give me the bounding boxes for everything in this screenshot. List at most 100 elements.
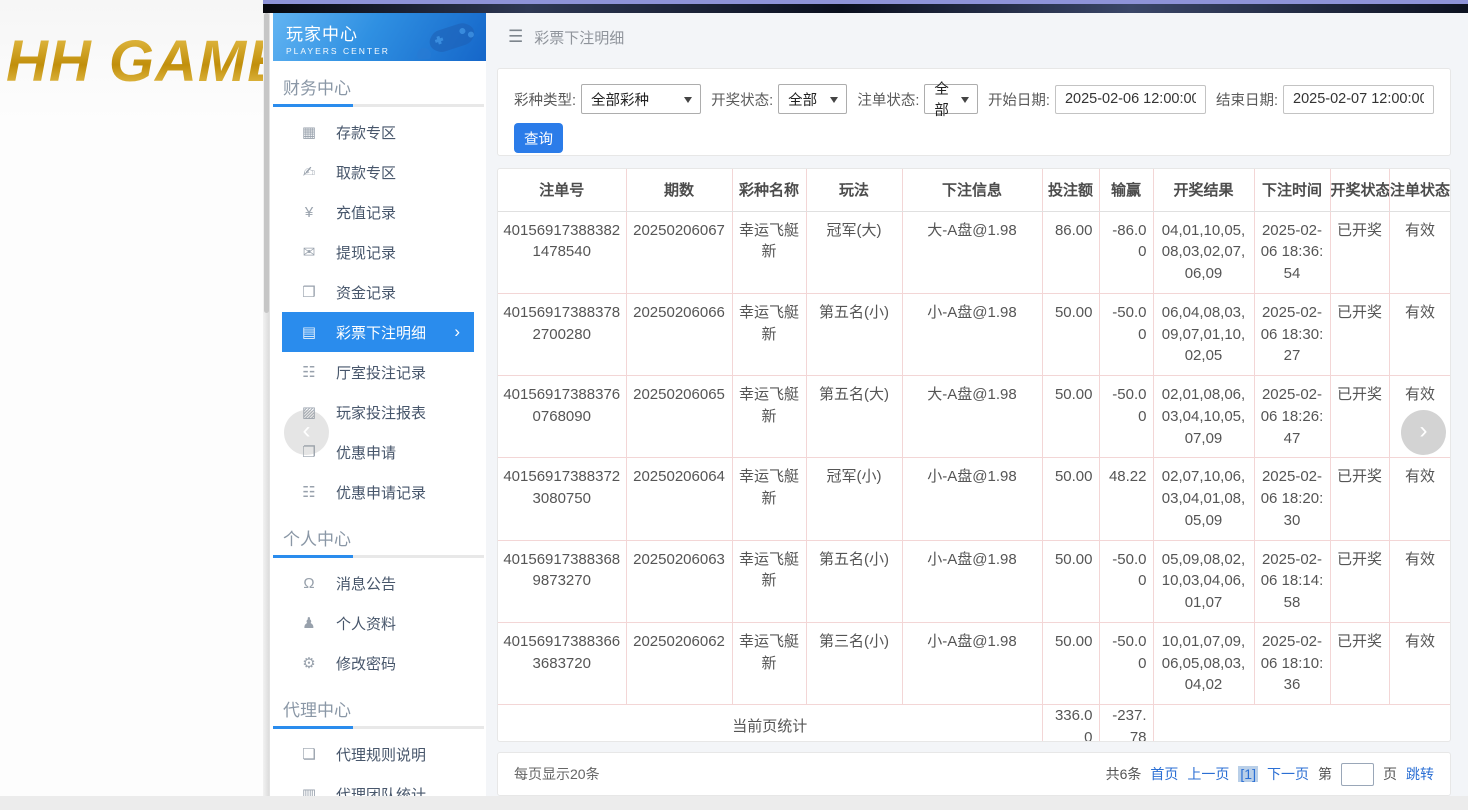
table-cell: 已开奖 [1330,622,1389,704]
table-cell: 第五名(小) [806,540,902,622]
table-cell: 幸运飞艇新 [732,293,806,375]
jump-button[interactable]: 跳转 [1406,764,1434,784]
lottery-type-value: 全部彩种 [591,89,649,110]
column-header: 玩法 [806,169,902,211]
sidebar-item-personal-profile[interactable]: ♟ 个人资料 [282,603,474,643]
total-count-text: 共6条 [1106,764,1142,784]
summary-row: 当前页统计336.00-237.78 [498,705,1451,743]
summary-label: 当前页统计 [498,705,1042,743]
brand-logo: HH GAME [6,28,263,95]
table-row: 40156917388368987327020250206063幸运飞艇新第五名… [498,540,1451,622]
table-cell: 第五名(小) [806,293,902,375]
next-page-link[interactable]: 下一页 [1267,764,1309,784]
hamburger-menu-icon[interactable]: ☰ [508,27,523,47]
sidebar-item-agent-team-stats[interactable]: ▥代理团队统计 [282,774,474,796]
table-cell: 02,07,10,06,03,04,01,08,05,09 [1153,458,1254,540]
table-cell: 86.00 [1042,211,1099,293]
table-cell: 冠军(大) [806,211,902,293]
table-cell: 2025-02-06 18:36:54 [1254,211,1330,293]
table-cell: -50.00 [1099,622,1153,704]
table-cell: 已开奖 [1330,211,1389,293]
sidebar-item-hall-bet-records[interactable]: ☷厅室投注记录 [282,352,474,392]
column-header: 输赢 [1099,169,1153,211]
panel-expand-button[interactable]: › [1401,410,1446,455]
gear-icon: ⚙ [299,654,319,672]
funds-icon: ❒ [299,283,319,301]
table-cell: 20250206065 [626,376,732,458]
table-row: 40156917388376076809020250206065幸运飞艇新第五名… [498,376,1451,458]
sidebar-collapse-button[interactable]: ‹ [284,410,329,455]
sidebar-item-message-board[interactable]: Ω 消息公告 [282,563,474,603]
sidebar-item-label: 厅室投注记录 [336,362,426,383]
table-row: 40156917388382147854020250206067幸运飞艇新冠军(… [498,211,1451,293]
current-page-indicator[interactable]: [1] [1238,766,1258,782]
table-cell: 小-A盘@1.98 [902,458,1042,540]
sidebar-item-funds-records[interactable]: ❒资金记录 [282,272,474,312]
sidebar-item-label: 代理规则说明 [336,744,426,765]
person-icon: ♟ [299,614,319,632]
table-cell: 有效 [1389,458,1451,540]
table-cell: -50.00 [1099,376,1153,458]
table-cell: 05,09,08,02,10,03,04,06,01,07 [1153,540,1254,622]
sidebar-item-withdraw-zone[interactable]: ✍ 取款专区 [282,152,474,192]
sidebar-item-withdraw-records[interactable]: ✉提现记录 [282,232,474,272]
sidebar-banner: 玩家中心 PLAYERS CENTER [273,13,486,61]
table-cell: 10,01,07,09,06,05,08,03,04,02 [1153,622,1254,704]
table-cell: -50.00 [1099,540,1153,622]
bell-icon: Ω [299,575,319,592]
sidebar-item-label: 个人资料 [336,613,396,634]
table-cell: 幸运飞艇新 [732,622,806,704]
sidebar-item-deposit-zone[interactable]: ▦存款专区 [282,112,474,152]
table-cell: 有效 [1389,211,1451,293]
sidebar-item-label: 彩票下注明细 [336,322,426,343]
end-date-input[interactable] [1283,85,1434,114]
section-label: 个人中心 [283,525,486,550]
sidebar-item-promo-apply-records[interactable]: ☷优惠申请记录 [282,472,474,512]
prev-page-link[interactable]: 上一页 [1187,764,1229,784]
draw-status-select[interactable]: 全部 [778,84,847,114]
lottery-type-select[interactable]: 全部彩种 [581,84,701,114]
chevron-right-icon: › [454,322,460,342]
order-status-value: 全部 [934,78,953,120]
table-cell: 冠军(小) [806,458,902,540]
table-row: 40156917388378270028020250206066幸运飞艇新第五名… [498,293,1451,375]
promo-records-icon: ☷ [299,483,319,501]
table-cell: 2025-02-06 18:20:30 [1254,458,1330,540]
table-cell: 02,01,08,06,03,04,10,05,07,09 [1153,376,1254,458]
jump-page-input[interactable] [1341,763,1374,786]
table-cell: 大-A盘@1.98 [902,211,1042,293]
order-status-select[interactable]: 全部 [924,84,978,114]
table-cell: 幸运飞艇新 [732,376,806,458]
table-cell: 已开奖 [1330,540,1389,622]
column-header: 开奖结果 [1153,169,1254,211]
table-cell: 有效 [1389,540,1451,622]
summary-winloss-total: -237.78 [1099,705,1153,743]
withdraw-hand-icon: ✍ [299,163,319,181]
draw-status-label: 开奖状态: [711,89,773,110]
sidebar-item-agent-rules[interactable]: ❏代理规则说明 [282,734,474,774]
sidebar-item-recharge-records[interactable]: ¥充值记录 [282,192,474,232]
sidebar-item-label: 消息公告 [336,573,396,594]
table-cell: 小-A盘@1.98 [902,540,1042,622]
sidebar-item-label: 代理团队统计 [336,784,426,797]
table-cell: -50.00 [1099,293,1153,375]
column-header: 下注信息 [902,169,1042,211]
sidebar-item-lottery-bet-detail[interactable]: ▤ 彩票下注明细 › [282,312,474,352]
sidebar-item-label: 修改密码 [336,653,396,674]
table-cell: 20250206067 [626,211,732,293]
first-page-link[interactable]: 首页 [1150,764,1178,784]
table-cell: 50.00 [1042,376,1099,458]
sidebar-item-label: 取款专区 [336,162,396,183]
start-date-input[interactable] [1055,85,1206,114]
sidebar-item-label: 充值记录 [336,202,396,223]
sidebar-scrollbar[interactable] [263,13,270,796]
table-cell: 06,04,08,03,09,07,01,10,02,05 [1153,293,1254,375]
table-cell: 04,01,10,05,08,03,02,07,06,09 [1153,211,1254,293]
bet-list-icon: ▤ [299,323,319,341]
search-button[interactable]: 查询 [514,123,563,153]
column-header: 下注时间 [1254,169,1330,211]
table-cell: 401569173883821478540 [498,211,626,293]
table-cell: 2025-02-06 18:26:47 [1254,376,1330,458]
sidebar-item-change-password[interactable]: ⚙ 修改密码 [282,643,474,683]
page-title-bar: ☰ 彩票下注明细 [486,13,1468,61]
